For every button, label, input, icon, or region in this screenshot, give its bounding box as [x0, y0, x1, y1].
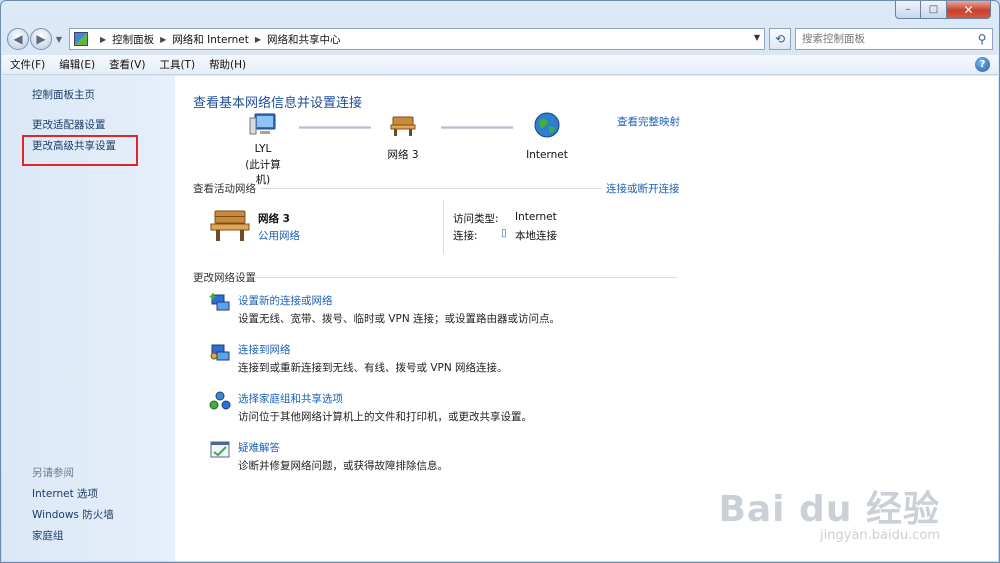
forward-button[interactable]: ▶ [30, 28, 52, 50]
help-icon[interactable]: ? [975, 57, 990, 72]
network-bench-icon[interactable] [209, 208, 251, 244]
address-dropdown-icon[interactable]: ▼ [754, 33, 760, 42]
task-homegroup-sharing[interactable]: 选择家庭组和共享选项 [238, 391, 343, 406]
sidebar-link-windows-firewall[interactable]: Windows 防火墙 [32, 507, 114, 522]
left-navigation-pane: 控制面板主页 更改适配器设置 更改高级共享设置 另请参阅 Internet 选项… [2, 76, 175, 561]
task-connect-to-network-desc: 连接到或重新连接到无线、有线、拨号或 VPN 网络连接。 [238, 362, 508, 374]
change-settings-heading: 更改网络设置 [193, 272, 256, 284]
menu-edit[interactable]: 编辑(E) [59, 57, 95, 72]
ethernet-icon: ▯ [501, 227, 507, 239]
homegroup-icon [209, 391, 231, 410]
sidebar-link-change-adapter-settings[interactable]: 更改适配器设置 [32, 117, 106, 132]
computer-icon [249, 113, 276, 135]
menu-help[interactable]: 帮助(H) [209, 57, 246, 72]
recent-pages-chevron-icon[interactable]: ▼ [53, 35, 65, 44]
globe-icon [534, 112, 560, 138]
internet-label: Internet [526, 149, 568, 161]
see-also-heading: 另请参阅 [32, 467, 74, 479]
refresh-button[interactable]: ⟲ [769, 28, 791, 50]
task-setup-new-connection[interactable]: 设置新的连接或网络 [238, 293, 333, 308]
sidebar-link-homegroup[interactable]: 家庭组 [32, 528, 64, 543]
vertical-divider [443, 200, 444, 254]
control-panel-icon [74, 32, 88, 46]
highlight-annotation-box [22, 135, 138, 166]
search-input[interactable] [802, 33, 972, 45]
troubleshoot-icon [210, 441, 230, 458]
main-content-pane: 查看基本网络信息并设置连接 查看完整映射 LYL (此计算机) 网络 3 Int… [175, 76, 998, 561]
map-computer-node[interactable]: LYL (此计算机) [241, 112, 285, 187]
access-type-value: Internet [515, 211, 557, 223]
menu-tools[interactable]: 工具(T) [159, 57, 195, 72]
watermark-logo-text: Bai du 经验 [718, 489, 940, 530]
menu-file[interactable]: 文件(F) [10, 57, 45, 72]
access-type-label: 访问类型: [453, 213, 499, 225]
baidu-watermark: Bai du 经验 jingyan.baidu.com [718, 480, 940, 543]
maximize-button[interactable]: □ [921, 1, 947, 19]
breadcrumb-control-panel[interactable]: 控制面板 [112, 32, 154, 47]
close-button[interactable]: ✕ [947, 1, 991, 19]
computer-name: LYL [254, 143, 272, 155]
connections-label: 连接: [453, 230, 478, 242]
navigation-bar: ◀ ▶ ▼ ▶ 控制面板 ▶ 网络和 Internet ▶ 网络和共享中心 ▼ … [7, 26, 993, 52]
section-divider [255, 277, 677, 278]
breadcrumb-arrow-icon[interactable]: ▶ [100, 35, 106, 44]
menu-view[interactable]: 查看(V) [109, 57, 145, 72]
map-network-node[interactable]: 网络 3 [381, 114, 425, 162]
active-network-name: 网络 3 [258, 213, 290, 225]
minimize-button[interactable]: – [895, 1, 921, 19]
breadcrumb-network-internet[interactable]: 网络和 Internet [172, 32, 249, 47]
local-connection-link[interactable]: 本地连接 [515, 228, 557, 243]
task-setup-new-connection-desc: 设置无线、宽带、拨号、临时或 VPN 连接；或设置路由器或访问点。 [238, 313, 561, 325]
sidebar-link-control-panel-home[interactable]: 控制面板主页 [32, 87, 95, 102]
breadcrumb-arrow-icon[interactable]: ▶ [255, 35, 261, 44]
task-connect-to-network[interactable]: 连接到网络 [238, 342, 291, 357]
task-homegroup-sharing-desc: 访问位于其他网络计算机上的文件和打印机，或更改共享设置。 [238, 411, 532, 423]
breadcrumb-network-sharing-center[interactable]: 网络和共享中心 [267, 32, 341, 47]
task-troubleshoot-desc: 诊断并修复网络问题，或获得故障排除信息。 [238, 460, 448, 472]
connect-disconnect-link[interactable]: 连接或断开连接 [606, 181, 680, 196]
breadcrumb-arrow-icon[interactable]: ▶ [160, 35, 166, 44]
network-type-link[interactable]: 公用网络 [258, 228, 300, 243]
connect-network-icon [210, 344, 230, 361]
active-networks-heading: 查看活动网络 [193, 183, 256, 195]
map-link-line [441, 126, 513, 129]
network-label: 网络 3 [387, 149, 419, 161]
view-full-map-link[interactable]: 查看完整映射 [617, 114, 680, 129]
map-internet-node[interactable]: Internet [521, 112, 573, 161]
sidebar-link-internet-options[interactable]: Internet 选项 [32, 486, 98, 501]
section-divider [261, 188, 601, 189]
network-sharing-center-window: – □ ✕ ◀ ▶ ▼ ▶ 控制面板 ▶ 网络和 Internet ▶ 网络和共… [0, 0, 1000, 563]
search-icon[interactable]: ⚲ [972, 32, 992, 46]
search-box[interactable]: ⚲ [795, 28, 993, 50]
caption-buttons: – □ ✕ [895, 1, 991, 19]
new-connection-icon [209, 293, 230, 311]
page-title: 查看基本网络信息并设置连接 [193, 96, 363, 111]
back-button[interactable]: ◀ [7, 28, 29, 50]
task-troubleshoot[interactable]: 疑难解答 [238, 440, 280, 455]
map-link-line [299, 126, 371, 129]
bench-icon [390, 116, 416, 136]
address-bar[interactable]: ▶ 控制面板 ▶ 网络和 Internet ▶ 网络和共享中心 ▼ [69, 28, 765, 50]
menu-bar: 文件(F) 编辑(E) 查看(V) 工具(T) 帮助(H) ? [2, 55, 998, 75]
